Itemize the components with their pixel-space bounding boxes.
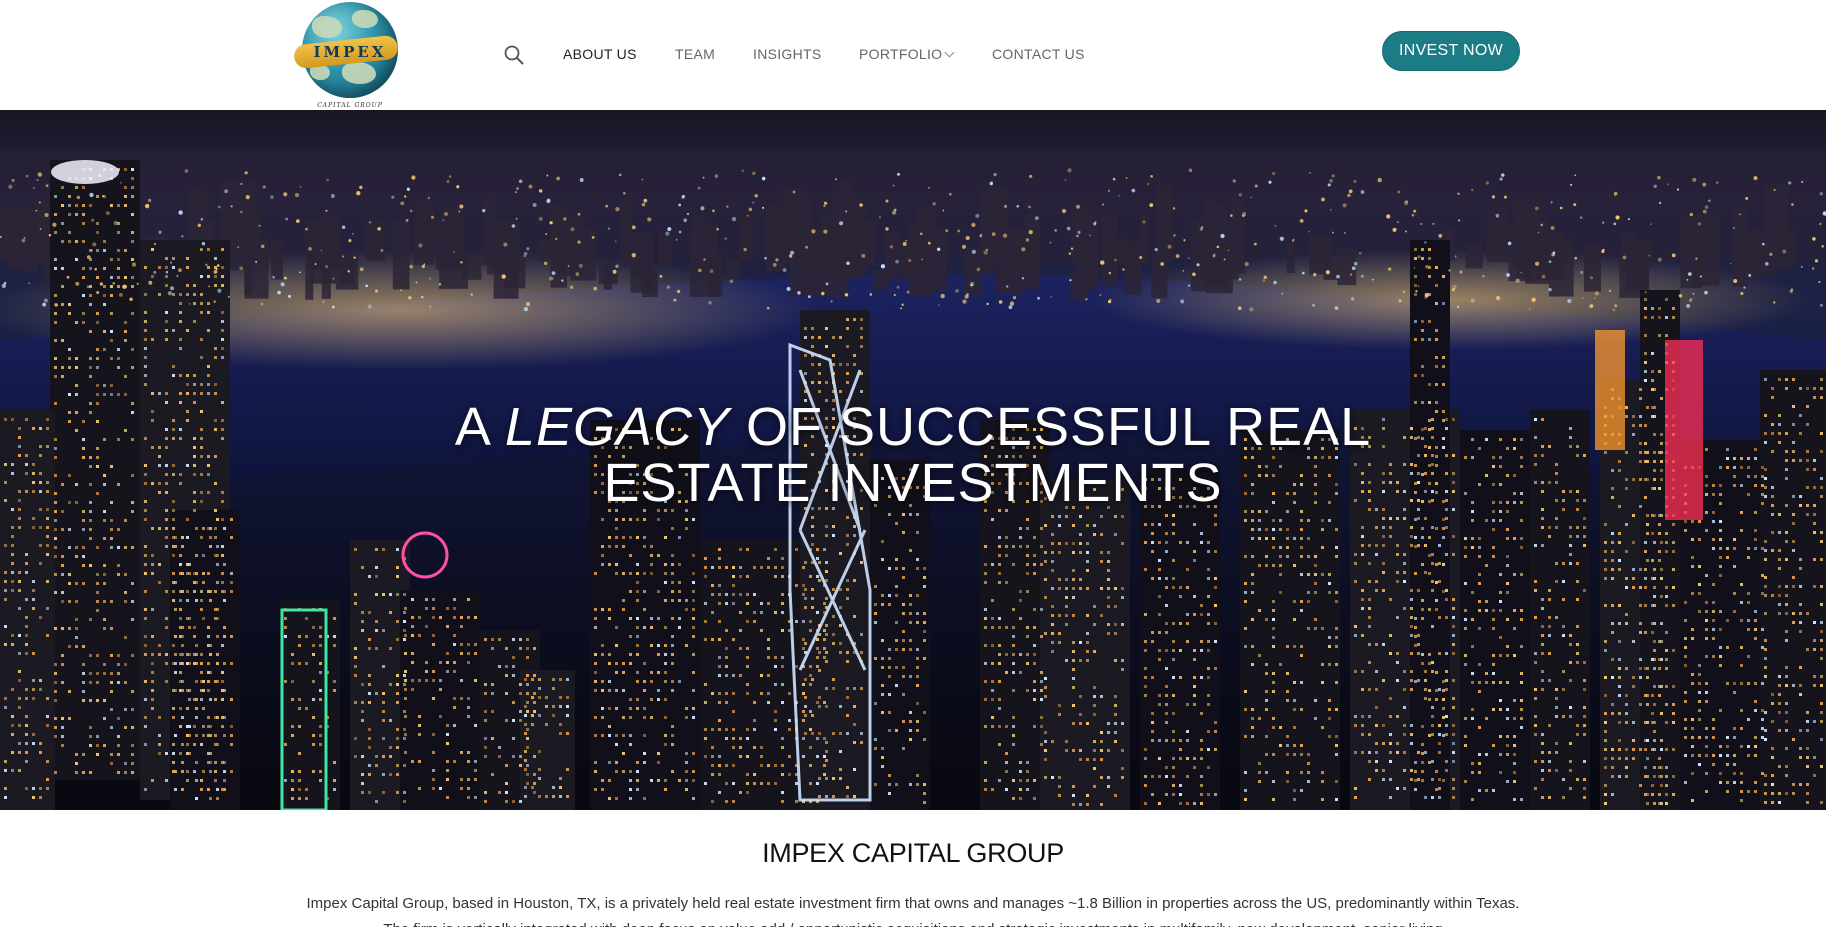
- invest-now-button[interactable]: INVEST NOW: [1382, 31, 1520, 71]
- hero-title-line2: ESTATE INVESTMENTS: [603, 453, 1223, 513]
- logo-text: IMPEX: [313, 43, 387, 61]
- nav-item-about-us[interactable]: ABOUT US: [563, 46, 637, 62]
- chevron-down-icon: [944, 47, 955, 58]
- nav-item-contact-us[interactable]: CONTACT US: [992, 46, 1085, 62]
- hero-banner: A LEGACY OF SUCCESSFUL REAL ESTATE INVES…: [0, 110, 1826, 810]
- hero-title-emphasis: LEGACY: [504, 397, 730, 457]
- intro-heading: IMPEX CAPITAL GROUP: [762, 838, 1064, 868]
- company-logo[interactable]: IMPEX CAPITAL GROUP: [293, 2, 402, 110]
- search-icon[interactable]: [503, 44, 525, 66]
- site-header: IMPEX CAPITAL GROUP ABOUT US TEAM INSIGH…: [0, 0, 1826, 110]
- hero-title-part1: A: [454, 397, 505, 457]
- nav-item-portfolio-wrap[interactable]: PORTFOLIO: [859, 46, 955, 64]
- hero-title-part2: OF SUCCESSFUL REAL: [730, 397, 1372, 457]
- nav-item-team[interactable]: TEAM: [675, 46, 715, 62]
- intro-body: Impex Capital Group, based in Houston, T…: [306, 895, 1520, 927]
- nav-item-insights[interactable]: INSIGHTS: [753, 46, 822, 62]
- hero-title: A LEGACY OF SUCCESSFUL REAL ESTATE INVES…: [0, 399, 1826, 511]
- nav-item-portfolio[interactable]: PORTFOLIO: [859, 46, 942, 62]
- logo-subtext: CAPITAL GROUP: [317, 102, 383, 109]
